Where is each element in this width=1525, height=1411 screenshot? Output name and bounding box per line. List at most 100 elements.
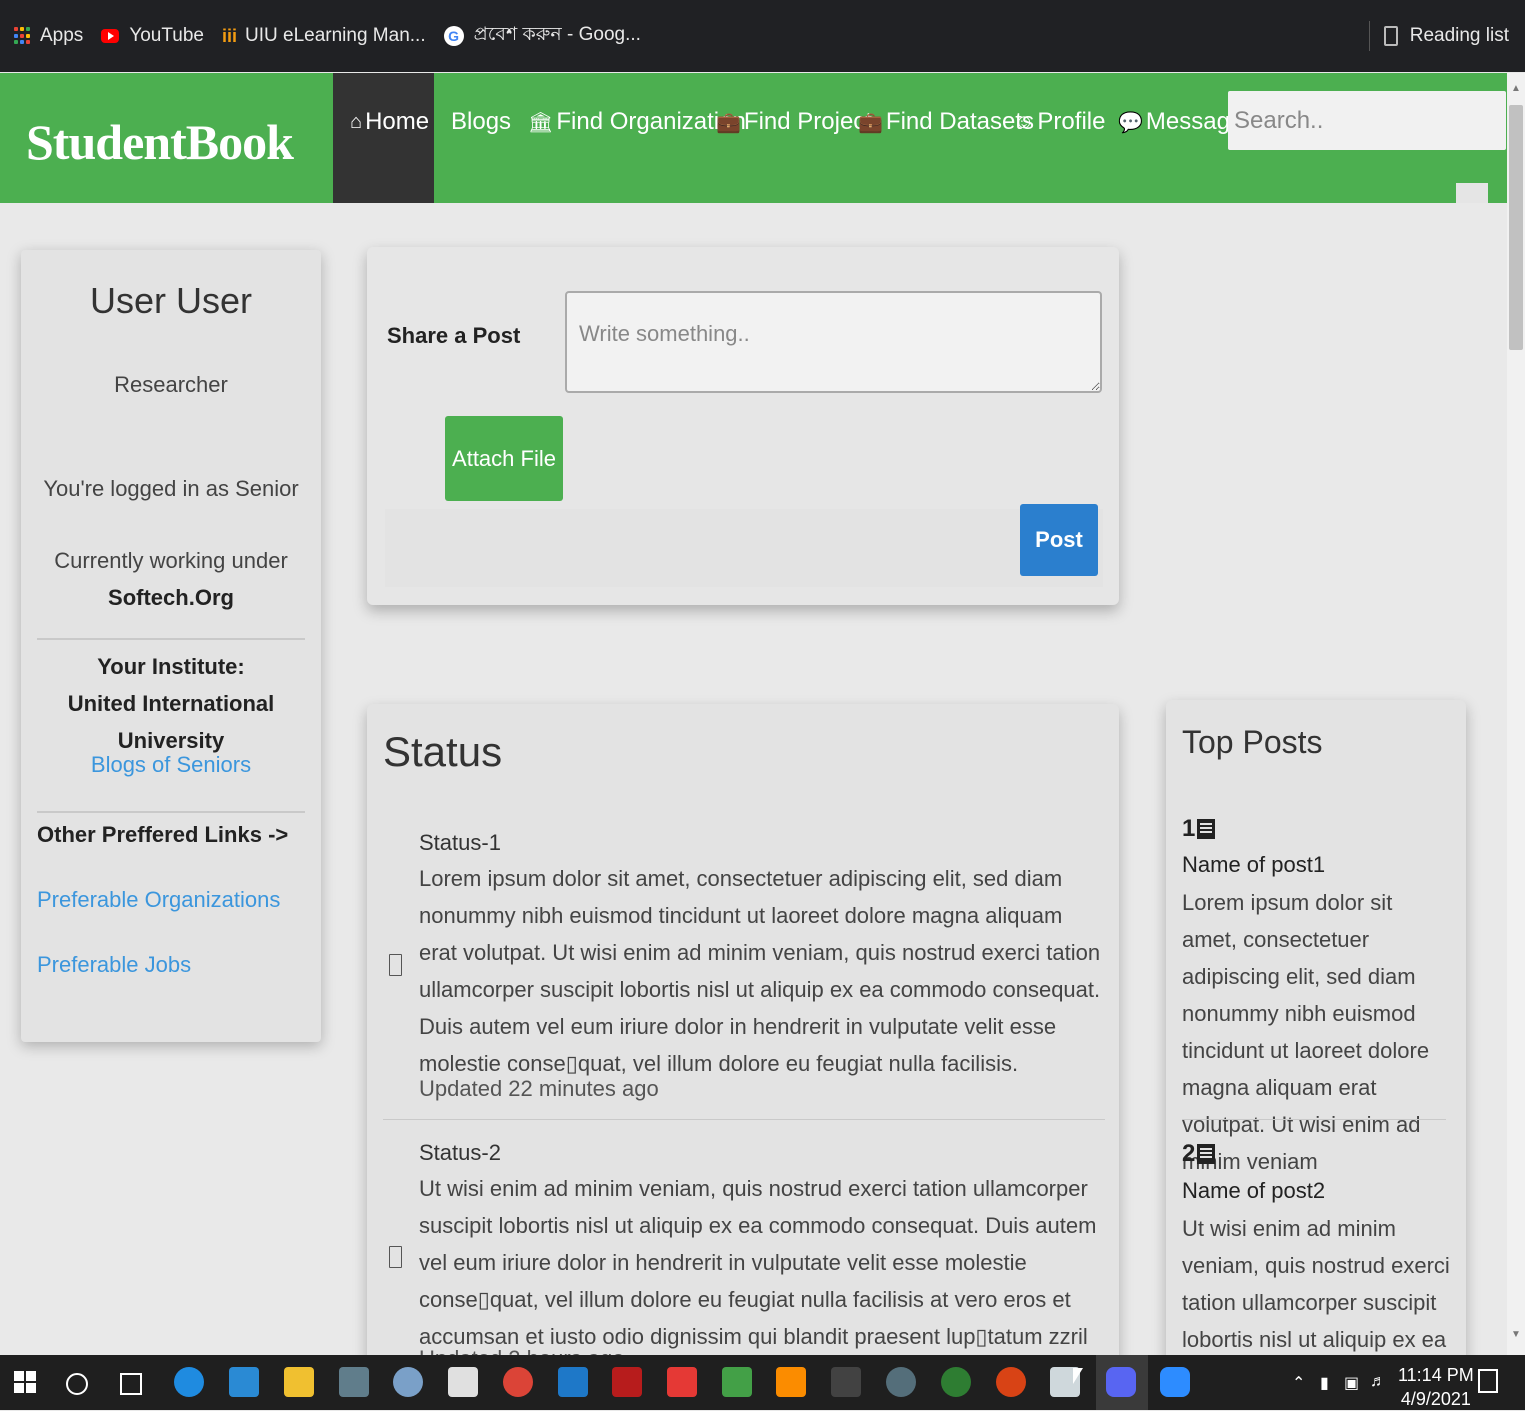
working-under: Currently working under Softech.Org xyxy=(21,542,321,616)
nav-item-message[interactable]: 💬 Message xyxy=(1118,108,1243,136)
bookmark-apps[interactable]: Apps xyxy=(14,25,83,47)
nav-item-home[interactable]: ⌂ Home xyxy=(350,108,429,136)
edge-icon[interactable] xyxy=(174,1367,204,1397)
status-checkbox[interactable] xyxy=(389,1246,402,1268)
mail-icon[interactable] xyxy=(229,1367,259,1397)
post-button[interactable]: Post xyxy=(1020,504,1098,576)
institute-info: Your Institute: United International Uni… xyxy=(21,648,321,759)
speaker-icon[interactable]: ♬ xyxy=(1370,1373,1386,1391)
post-textarea[interactable] xyxy=(565,291,1102,393)
organization-name: Softech.Org xyxy=(108,585,234,610)
search-circle-icon[interactable] xyxy=(66,1373,88,1395)
preferable-organizations-link[interactable]: Preferable Organizations xyxy=(37,887,280,913)
task-view-icon[interactable] xyxy=(120,1373,142,1395)
search-input[interactable] xyxy=(1228,91,1506,150)
nav-item-find-organization[interactable]: 🏛 Find Organization xyxy=(528,108,746,136)
top-posts-card: Top Posts 1 Name of post1 Lorem ipsum do… xyxy=(1166,700,1466,1364)
chat-icon: 💬 xyxy=(1118,111,1143,134)
nav-label: Find Datasets xyxy=(885,108,1034,135)
reading-list-icon xyxy=(1383,26,1398,46)
home-icon: ⌂ xyxy=(350,110,363,133)
nav-item-find-datasets[interactable]: 💼 Find Datasets xyxy=(858,108,1034,136)
scroll-down-arrow-icon[interactable]: ▼ xyxy=(1511,1329,1521,1340)
bookmark-uiu[interactable]: iii UIU eLearning Man... xyxy=(222,25,426,47)
scroll-up-arrow-icon[interactable]: ▲ xyxy=(1511,83,1521,94)
profile-card: User User Researcher You're logged in as… xyxy=(21,250,321,1042)
status-card: Status Status-1 Lorem ipsum dolor sit am… xyxy=(367,704,1119,1364)
status-checkbox[interactable] xyxy=(389,954,402,976)
windows-taskbar: ⌃ ▮ ▣ ♬ 11:14 PM 4/9/2021 xyxy=(0,1355,1525,1410)
top-post-name[interactable]: Name of post2 xyxy=(1182,1178,1325,1204)
windows-start-icon[interactable] xyxy=(14,1371,36,1393)
xampp-icon[interactable] xyxy=(776,1367,806,1397)
bookmarks-bar: Apps YouTube iii UIU eLearning Man... G … xyxy=(0,0,1525,72)
newspaper-icon xyxy=(1197,819,1216,839)
paint-icon[interactable] xyxy=(393,1367,423,1397)
reading-list[interactable]: Reading list xyxy=(1368,0,1509,72)
status-name: Status-2 xyxy=(419,1140,501,1165)
divider xyxy=(37,638,305,640)
nav-label: Find Project xyxy=(743,108,872,135)
store-icon[interactable] xyxy=(448,1367,478,1397)
nav-label: Blogs xyxy=(451,108,512,135)
institution-icon: 🏛 xyxy=(528,111,554,134)
attach-file-button[interactable]: Attach File xyxy=(445,416,563,501)
bookmark-youtube[interactable]: YouTube xyxy=(101,25,204,47)
bookmark-label: Apps xyxy=(40,25,84,46)
brand-logo[interactable]: StudentBook xyxy=(26,113,294,171)
profile-role: Researcher xyxy=(114,372,228,397)
divider xyxy=(1182,1119,1446,1120)
status-title: Status xyxy=(383,728,503,775)
newspaper-icon xyxy=(1197,1144,1216,1164)
institute-name: United International University xyxy=(67,691,275,753)
scroll-thumb[interactable] xyxy=(1509,105,1523,350)
blogs-of-seniors-link[interactable]: Blogs of Seniors xyxy=(21,752,321,778)
microphone-icon[interactable]: ▮ xyxy=(1320,1373,1329,1393)
share-post-label: Share a Post xyxy=(387,323,521,348)
taskbar-clock[interactable]: 11:14 PM 4/9/2021 xyxy=(1398,1363,1474,1411)
divider xyxy=(383,1119,1105,1120)
status-body: Lorem ipsum dolor sit amet, consectetuer… xyxy=(419,866,1101,1076)
bookmark-label: প্রবেশ করুন - Goog... xyxy=(473,24,641,45)
nav-toggle-button[interactable] xyxy=(1456,183,1488,203)
clock-time: 11:14 PM xyxy=(1398,1365,1474,1385)
top-posts-title: Top Posts xyxy=(1182,724,1323,760)
profile-name: User User xyxy=(89,280,253,321)
status-item: Status-2 Ut wisi enim ad minim veniam, q… xyxy=(383,1140,1107,1364)
divider xyxy=(37,811,305,813)
vscode-icon[interactable] xyxy=(558,1367,588,1397)
chevron-up-icon[interactable]: ⌃ xyxy=(1292,1373,1305,1393)
app-icon[interactable] xyxy=(996,1367,1026,1397)
discord-icon[interactable] xyxy=(1106,1367,1136,1397)
youtube-icon xyxy=(101,29,120,43)
status-updated: Updated 22 minutes ago xyxy=(419,1076,659,1101)
chrome-icon[interactable] xyxy=(503,1367,533,1397)
app-icon[interactable] xyxy=(612,1367,642,1397)
share-post-card: Share a Post Attach File Post xyxy=(367,247,1119,605)
status-name: Status-1 xyxy=(419,830,501,855)
nav-item-find-project[interactable]: 💼 Find Project xyxy=(716,108,872,136)
notification-icon[interactable] xyxy=(1478,1369,1498,1393)
file-explorer-icon[interactable] xyxy=(284,1367,314,1397)
flash-icon[interactable] xyxy=(667,1367,697,1397)
office-icon[interactable] xyxy=(722,1367,752,1397)
nav-label: Home xyxy=(365,108,430,135)
preferable-jobs-link[interactable]: Preferable Jobs xyxy=(37,952,191,978)
post-number-value: 2 xyxy=(1182,1140,1196,1167)
page-scrollbar[interactable]: ▲ ▼ xyxy=(1507,73,1525,1355)
calculator-icon[interactable] xyxy=(339,1367,369,1397)
nav-item-blogs[interactable]: Blogs xyxy=(451,108,511,136)
word-icon[interactable] xyxy=(886,1367,916,1397)
bookmark-google[interactable]: G প্রবেশ করুন - Goog... xyxy=(443,20,641,52)
bookmark-label: YouTube xyxy=(129,25,204,46)
zoom-icon[interactable] xyxy=(1160,1367,1190,1397)
top-post-body: Lorem ipsum dolor sit amet, consectetuer… xyxy=(1182,890,1430,1174)
unity-icon[interactable] xyxy=(831,1367,861,1397)
logged-in-text: You're logged in as Senior xyxy=(43,476,299,501)
nav-item-profile[interactable]: ☺ Profile xyxy=(1014,108,1105,136)
working-under-label: Currently working under xyxy=(54,548,288,573)
top-post-name[interactable]: Name of post1 xyxy=(1182,852,1325,878)
browser-icon[interactable] xyxy=(941,1367,971,1397)
nav-label: Profile xyxy=(1037,108,1106,135)
network-icon[interactable]: ▣ xyxy=(1344,1373,1359,1393)
